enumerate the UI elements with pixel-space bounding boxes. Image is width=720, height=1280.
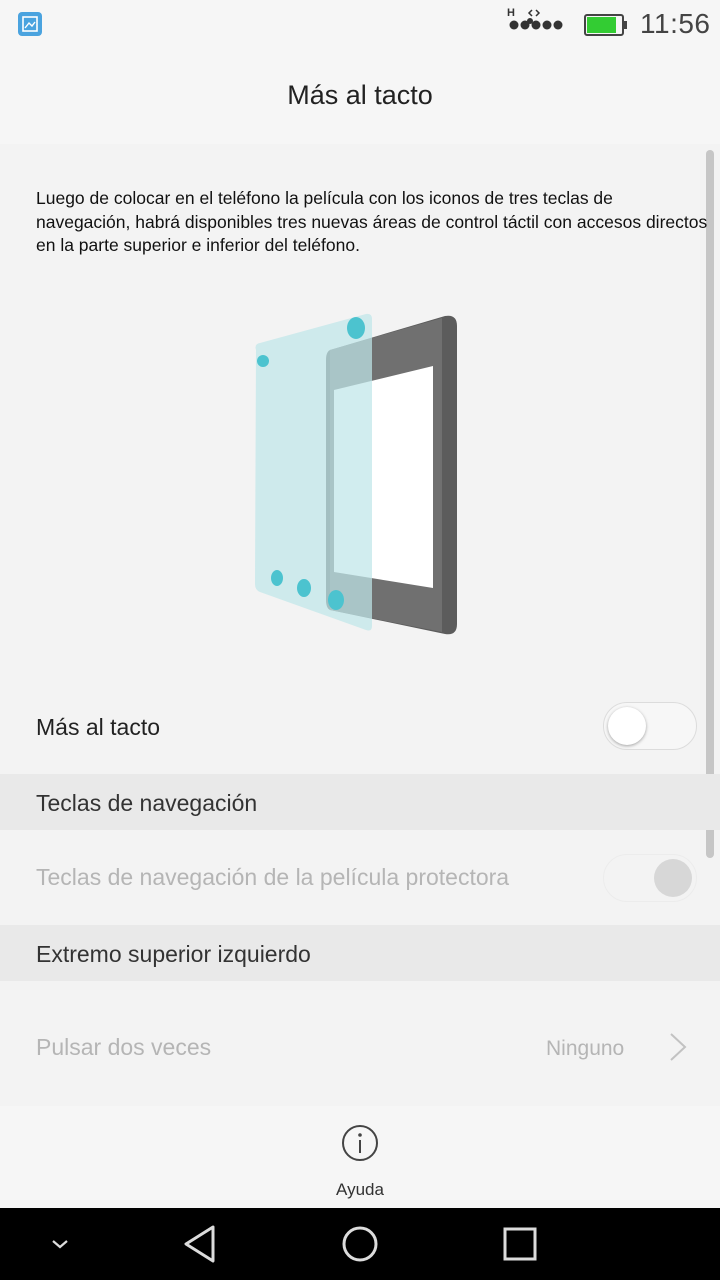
protective-film-keys-row: Teclas de navegación de la película prot… xyxy=(0,830,720,924)
collapse-icon[interactable] xyxy=(20,1208,100,1280)
protective-film-keys-switch xyxy=(603,854,697,902)
section-title: Extremo superior izquierdo xyxy=(36,941,311,967)
chevron-right-icon xyxy=(668,1032,688,1067)
app-header: Más al tacto xyxy=(0,50,720,144)
recents-icon[interactable] xyxy=(480,1208,560,1280)
protective-film-keys-label: Teclas de navegación de la película prot… xyxy=(36,864,510,890)
double-tap-label: Pulsar dos veces xyxy=(36,1034,212,1060)
switch-knob xyxy=(608,707,646,745)
switch-knob xyxy=(654,859,692,897)
section-title: Teclas de navegación xyxy=(36,790,258,816)
more-touch-toggle-row[interactable]: Más al tacto xyxy=(0,680,720,772)
back-icon[interactable] xyxy=(160,1208,240,1280)
help-label: Ayuda xyxy=(336,1180,384,1199)
section-header-navigation-keys: Teclas de navegación xyxy=(0,774,720,830)
signal-icon: H xyxy=(506,6,570,34)
double-tap-row: Pulsar dos veces Ninguno xyxy=(0,1000,720,1094)
status-time: 11:56 xyxy=(640,8,711,39)
network-type-label: H xyxy=(507,7,515,19)
more-touch-switch[interactable] xyxy=(603,702,697,750)
gallery-notification-icon xyxy=(18,12,42,36)
more-touch-label: Más al tacto xyxy=(36,714,160,740)
protective-film-illustration xyxy=(250,310,465,640)
page-title: Más al tacto xyxy=(287,80,433,110)
status-bar: H 11:56 xyxy=(0,0,720,50)
help-button[interactable]: Ayuda xyxy=(0,1106,720,1208)
section-header-top-left: Extremo superior izquierdo xyxy=(0,925,720,981)
system-navigation-bar xyxy=(0,1208,720,1280)
feature-description: Luego de colocar en el teléfono la pelíc… xyxy=(36,188,708,255)
home-icon[interactable] xyxy=(320,1208,400,1280)
double-tap-value: Ninguno xyxy=(546,1037,625,1060)
info-icon xyxy=(341,1124,379,1162)
battery-icon xyxy=(584,14,628,36)
